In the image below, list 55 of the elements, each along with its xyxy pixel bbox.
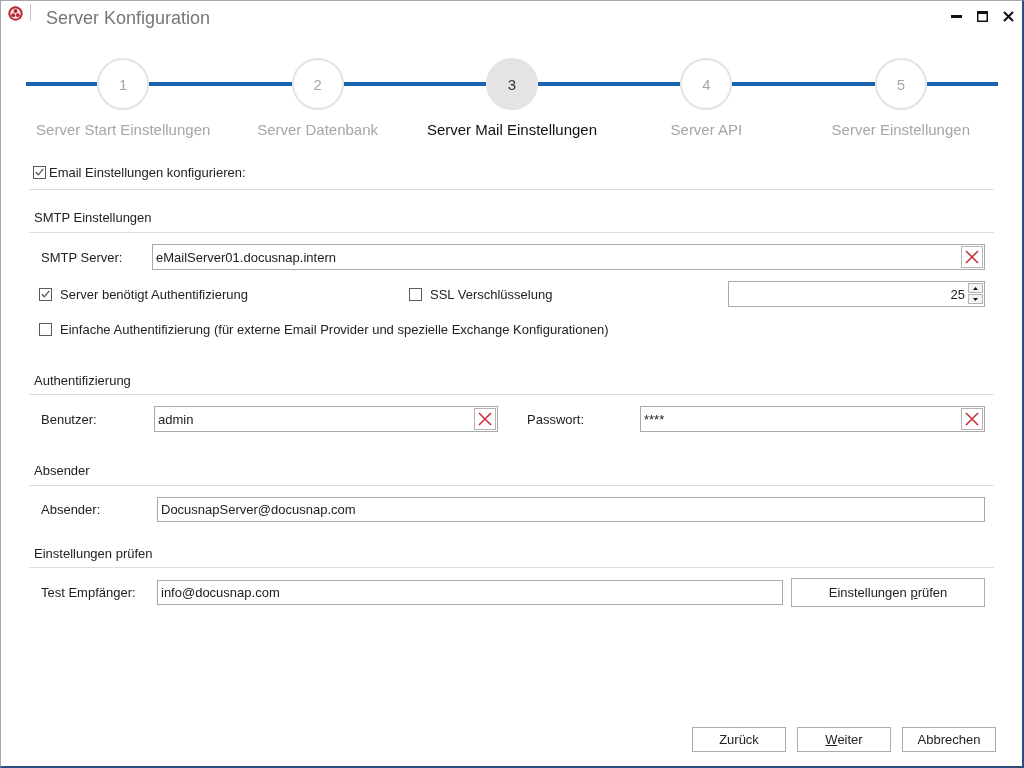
step-label: Server Mail Einstellungen — [426, 121, 598, 139]
field-label: Absender: — [41, 502, 102, 517]
step-label: Server Einstellungen — [831, 121, 970, 139]
x-icon — [965, 412, 979, 426]
field-label: SMTP Server: — [41, 249, 124, 265]
checkbox-label: Email Einstellungen konfigurieren: — [49, 164, 246, 180]
test-settings-button[interactable]: Einstellungen prüfen — [791, 578, 985, 607]
step-indicator: 2 — [291, 58, 344, 110]
maximize-icon[interactable] — [977, 11, 988, 22]
x-icon — [478, 412, 492, 426]
checkmark-icon — [41, 290, 50, 298]
logo-icon — [8, 6, 23, 21]
text-field[interactable]: info@docusnap.com — [157, 580, 783, 605]
clear-button[interactable] — [961, 408, 983, 430]
step-label: Server Datenbank — [257, 121, 379, 139]
step-label: Server API — [670, 121, 743, 139]
step-indicator: 1 — [97, 58, 150, 110]
step-connector — [26, 82, 98, 86]
dialog-button[interactable]: Abbrechen — [902, 727, 996, 752]
field-label: Test Empfänger: — [41, 585, 137, 600]
section-heading: Einstellungen prüfen — [33, 546, 153, 562]
text-field[interactable]: DocusnapServer@docusnap.com — [157, 497, 985, 522]
step-connector — [926, 82, 998, 86]
close-icon[interactable] — [1003, 11, 1014, 22]
section-heading: Authentifizierung — [33, 373, 131, 389]
number-spinner[interactable]: 25 — [728, 281, 985, 307]
clear-button[interactable] — [474, 408, 496, 430]
spin-up-button[interactable] — [968, 283, 983, 293]
checkmark-icon — [35, 168, 44, 176]
x-icon — [965, 250, 979, 264]
checkbox-label: Server benötigt Authentifizierung — [60, 286, 248, 302]
checkbox[interactable] — [39, 287, 52, 301]
step-indicator: 4 — [680, 58, 733, 110]
checkbox[interactable] — [409, 287, 422, 301]
checkbox[interactable] — [39, 322, 52, 336]
text-field[interactable]: **** — [640, 406, 985, 432]
dialog-button[interactable]: Weiter — [797, 727, 891, 752]
text-field[interactable]: eMailServer01.docusnap.intern — [152, 244, 985, 270]
field-label: Passwort: — [527, 411, 586, 427]
dialog-button[interactable]: Zurück — [692, 727, 786, 752]
window-title: Server Konfiguration — [46, 6, 211, 29]
text-field[interactable]: admin — [154, 406, 498, 432]
section-heading: Absender — [33, 463, 90, 479]
step-label: Server Start Einstellungen — [36, 121, 211, 139]
checkbox[interactable] — [33, 165, 46, 179]
up-triangle-icon — [973, 286, 978, 290]
checkbox-label: Einfache Authentifizierung (für externe Email Provider und spezielle Exchange Konfigurationen) — [60, 321, 609, 337]
field-label: Benutzer: — [41, 411, 98, 427]
down-triangle-icon — [973, 297, 978, 301]
clear-button[interactable] — [961, 246, 983, 268]
checkbox-label: SSL Verschlüsselung — [430, 286, 553, 302]
step-indicator: 3 — [486, 58, 538, 110]
step-indicator: 5 — [874, 58, 927, 110]
spin-down-button[interactable] — [968, 294, 983, 304]
section-heading: SMTP Einstellungen — [33, 210, 152, 226]
